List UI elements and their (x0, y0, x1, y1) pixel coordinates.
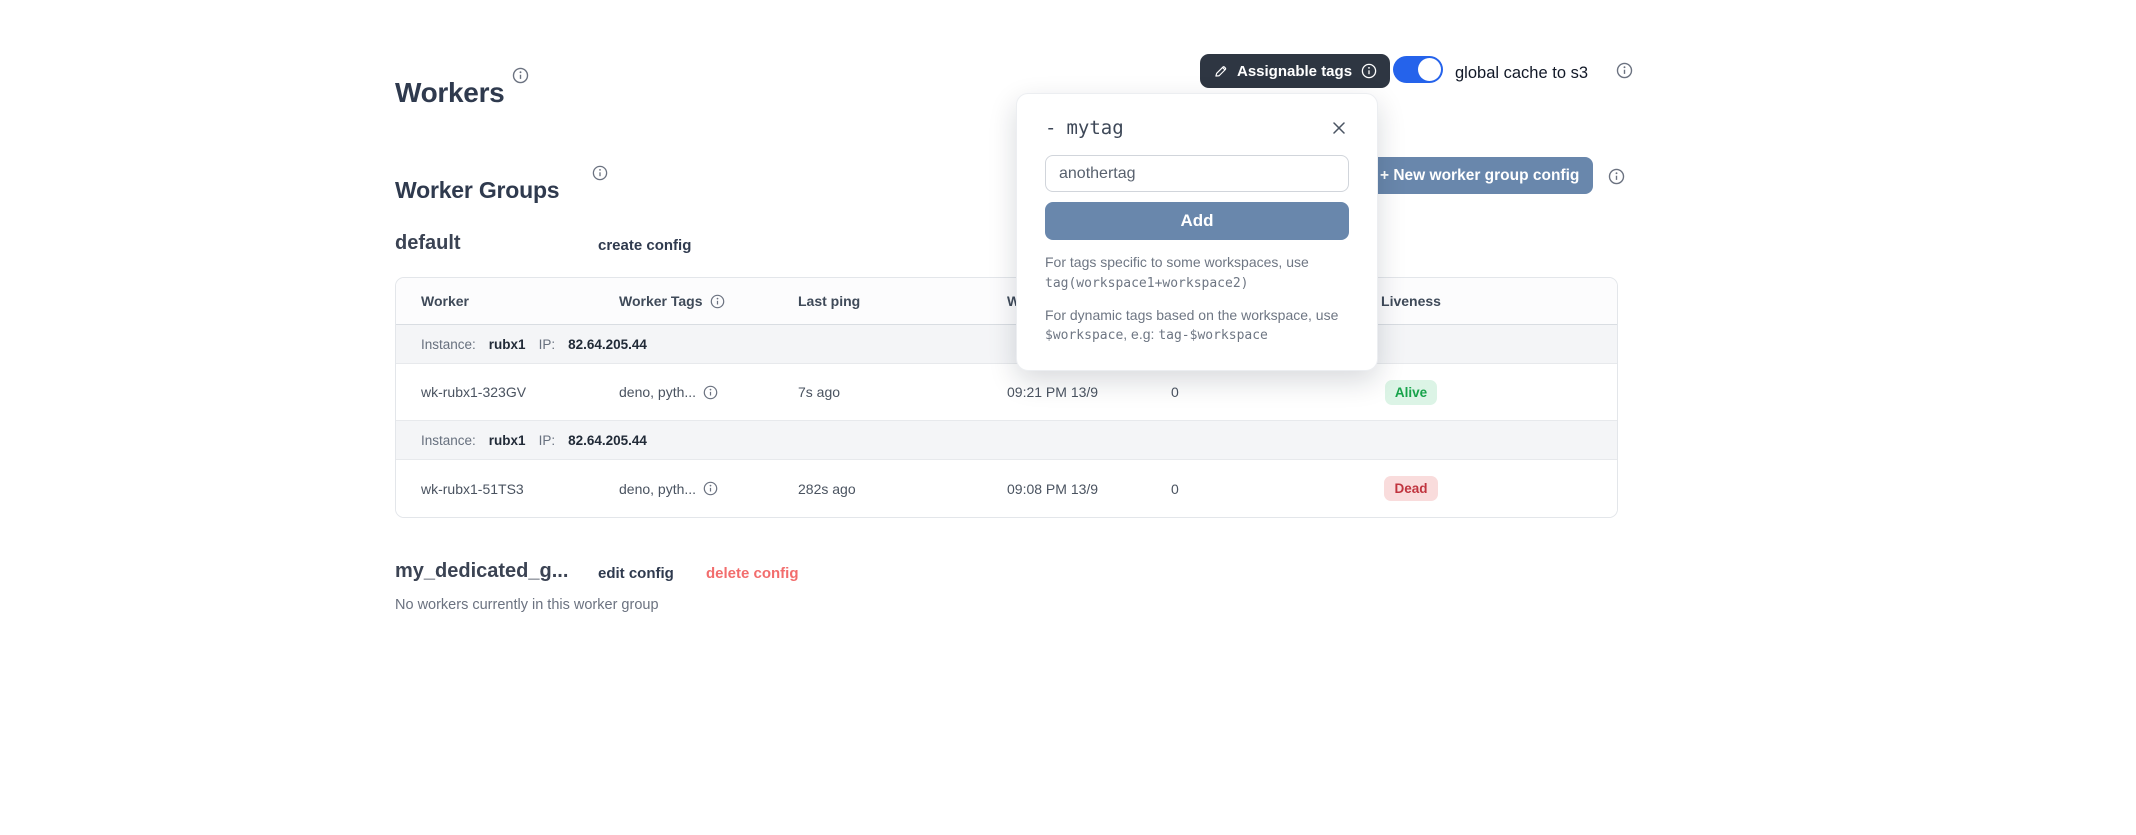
worker-groups-title: Worker Groups (395, 179, 559, 202)
header-worker: Worker (396, 293, 619, 309)
worker-row: wk-rubx1-323GV deno, pyth... 7s ago 09:2… (396, 364, 1617, 421)
add-tag-button[interactable]: Add (1045, 202, 1349, 240)
help-code: tag(workspace1+workspace2) (1045, 276, 1249, 291)
help-text: For tags specific to some workspaces, us… (1045, 254, 1309, 270)
assignable-tags-label: Assignable tags (1237, 63, 1352, 80)
ip-label: IP: (539, 433, 556, 448)
empty-group-message: No workers currently in this worker grou… (395, 597, 659, 613)
header-last-ping: Last ping (798, 293, 1007, 309)
instance-label: Instance: (421, 337, 476, 352)
worker-name: wk-rubx1-51TS3 (396, 481, 619, 497)
page-title: Workers (395, 79, 504, 107)
info-icon-worker-groups[interactable] (592, 165, 608, 181)
table-header-row: Worker Worker Tags Last ping Worker star… (396, 278, 1617, 325)
worker-start-value: 09:21 PM 13/9 (1007, 384, 1171, 400)
help-text: , e.g: (1123, 326, 1158, 342)
jobs-value: 0 (1171, 481, 1296, 497)
group-name-dedicated: my_dedicated_g... (395, 561, 568, 581)
instance-name: rubx1 (489, 337, 526, 352)
assignable-tags-popup: - mytag Add For tags specific to some wo… (1016, 93, 1378, 371)
delete-config-link[interactable]: delete config (706, 566, 799, 581)
info-icon-assignable-tags[interactable] (1361, 63, 1377, 79)
toggle-knob (1418, 58, 1441, 81)
ip-label: IP: (539, 337, 556, 352)
global-cache-label: global cache to s3 (1455, 64, 1588, 82)
liveness-badge-dead: Dead (1384, 476, 1437, 501)
instance-ip: 82.64.205.44 (568, 337, 647, 352)
workers-table: Worker Worker Tags Last ping Worker star… (395, 277, 1618, 518)
jobs-value: 0 (1171, 384, 1296, 400)
info-icon-workers-title[interactable] (512, 67, 529, 84)
last-ping-value: 7s ago (798, 384, 1007, 400)
last-ping-value: 282s ago (798, 481, 1007, 497)
instance-ip: 82.64.205.44 (568, 433, 647, 448)
remove-tag-button[interactable]: - (1045, 119, 1056, 138)
worker-row: wk-rubx1-51TS3 deno, pyth... 282s ago 09… (396, 460, 1617, 517)
help-text: For dynamic tags based on the workspace,… (1045, 307, 1338, 323)
help-code: $workspace (1045, 328, 1123, 343)
info-icon-new-config[interactable] (1608, 168, 1625, 185)
close-icon[interactable] (1329, 118, 1349, 138)
worker-start-value: 09:08 PM 13/9 (1007, 481, 1171, 497)
pencil-icon (1213, 64, 1228, 79)
info-icon-worker-tags-header[interactable] (710, 294, 725, 309)
info-icon-worker-tags[interactable] (703, 481, 718, 496)
header-worker-tags: Worker Tags (619, 293, 798, 309)
tag-name: mytag (1066, 119, 1123, 138)
worker-tags-value: deno, pyth... (619, 384, 696, 400)
instance-row: Instance: rubx1 IP: 82.64.205.44 (396, 325, 1617, 364)
tags-help-dynamic: For dynamic tags based on the workspace,… (1045, 306, 1349, 346)
tags-help-workspaces: For tags specific to some workspaces, us… (1045, 253, 1349, 293)
edit-config-link[interactable]: edit config (598, 566, 674, 581)
worker-tags-cell: deno, pyth... (619, 384, 798, 400)
global-cache-toggle[interactable] (1393, 56, 1443, 83)
assignable-tags-button[interactable]: Assignable tags (1200, 54, 1390, 88)
new-worker-group-config-button[interactable]: + New worker group config (1366, 157, 1593, 194)
help-code: tag-$workspace (1158, 328, 1268, 343)
instance-row: Instance: rubx1 IP: 82.64.205.44 (396, 421, 1617, 460)
worker-tags-value: deno, pyth... (619, 481, 696, 497)
worker-name: wk-rubx1-323GV (396, 384, 619, 400)
tag-row: - mytag (1045, 116, 1349, 140)
instance-label: Instance: (421, 433, 476, 448)
header-worker-tags-label: Worker Tags (619, 293, 703, 309)
info-icon-worker-tags[interactable] (703, 385, 718, 400)
instance-name: rubx1 (489, 433, 526, 448)
new-tag-input[interactable] (1045, 155, 1349, 192)
liveness-badge-alive: Alive (1385, 380, 1437, 405)
create-config-link[interactable]: create config (598, 238, 691, 253)
worker-tags-cell: deno, pyth... (619, 481, 798, 497)
info-icon-global-cache[interactable] (1616, 62, 1633, 79)
group-name-default: default (395, 233, 461, 253)
